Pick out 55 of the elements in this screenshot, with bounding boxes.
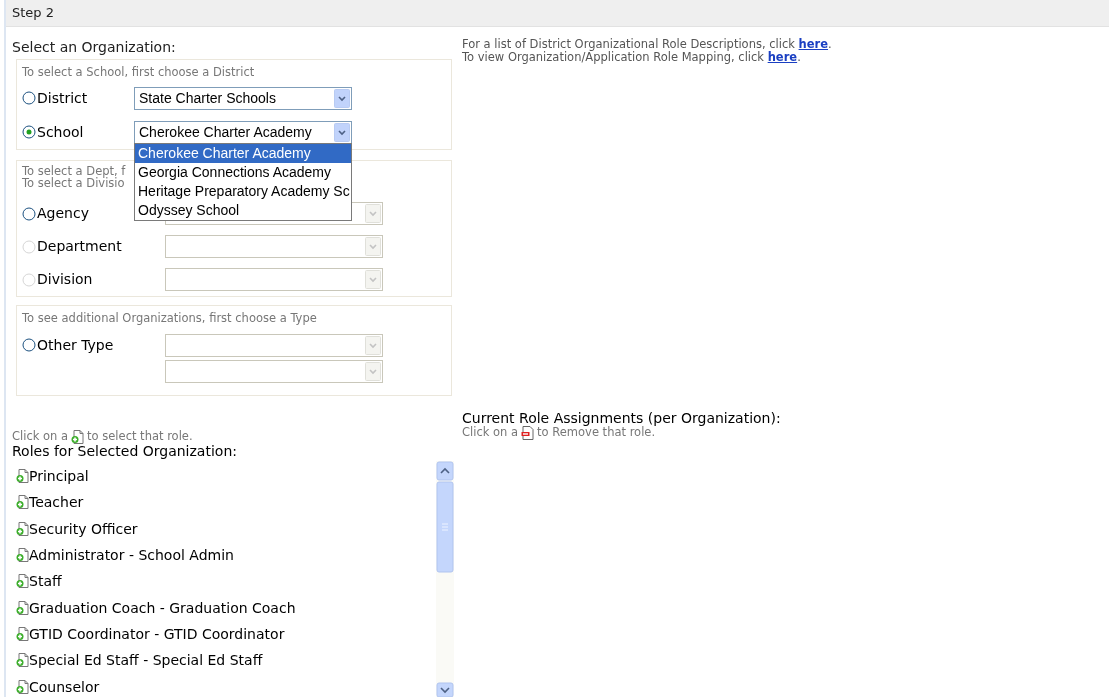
radio-label: Department [37,237,122,256]
section-title: Select an Organization: [12,39,176,55]
role-item[interactable]: Staff [16,573,62,590]
info-text: For a list of District Organizational Role Descriptions, click here. [462,38,832,51]
role-item[interactable]: Security Officer [16,520,138,537]
hint-text: To select a Dept, f [22,165,126,177]
add-role-icon [16,653,29,668]
hint-text: To select a School, first choose a District [22,66,255,78]
radio-button[interactable] [22,206,36,221]
step-title: Step 2 [12,4,54,23]
caret-icon [365,270,381,289]
radio-label: Other Type [37,335,114,355]
add-role-icon [71,429,85,444]
add-role-icon [16,521,29,536]
caret-icon [365,361,381,381]
role-item[interactable]: GTID Coordinator - GTID Coordinator [16,625,285,642]
dropdown-option[interactable]: Cherokee Charter Academy [135,143,351,163]
radio-label: District [37,88,88,108]
remove-role-icon [521,425,535,440]
hint-text: Click on a [12,427,69,445]
hint-text: To select a Divisio [22,177,125,189]
add-role-icon [16,626,29,641]
role-item[interactable]: Principal [16,468,89,485]
info-text: To view Organization/Application Role Mapping, click here. [462,51,801,64]
radio-label: Agency [37,204,89,223]
add-role-icon [16,679,29,694]
caret-icon [334,88,350,108]
hint-text: to select that role. [87,427,193,445]
roles-title: Roles for Selected Organization: [12,443,237,459]
radio-button[interactable] [22,338,36,352]
scrollbar[interactable] [436,461,454,697]
role-item[interactable]: Counselor [16,678,100,695]
dropdown-select[interactable]: State Charter Schools [134,86,352,110]
role-item[interactable]: Administrator - School Admin [16,547,234,564]
radio-button[interactable] [22,125,36,139]
add-role-icon [16,548,29,563]
add-role-icon [16,574,29,589]
radio-button[interactable] [22,91,36,105]
role-item[interactable]: Special Ed Staff - Special Ed Staff [16,652,263,669]
radio-label: Division [37,270,93,289]
add-role-icon [16,469,29,484]
caret-icon [365,335,381,355]
caret-icon [334,122,350,142]
hint-text: Click on a [462,423,519,441]
hint-text: To see additional Organizations, first choose a Type [22,312,317,324]
role-item[interactable]: Teacher [16,494,84,511]
assignments-title: Current Role Assignments (per Organization): [462,410,781,426]
add-role-icon [16,600,29,615]
dropdown-option[interactable]: Georgia Connections Academy [135,162,351,182]
caret-icon [365,237,381,256]
add-role-icon [16,495,29,510]
dropdown-option[interactable]: Heritage Preparatory Academy Sc [135,181,351,201]
dropdown-option[interactable]: Odyssey School [135,200,351,220]
role-item[interactable]: Graduation Coach - Graduation Coach [16,599,296,616]
radio-label: School [37,122,84,142]
